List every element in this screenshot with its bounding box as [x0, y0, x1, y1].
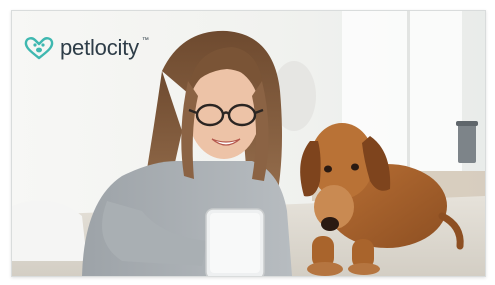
ad-banner[interactable]: petlocity ™: [11, 10, 486, 277]
heart-paw-logo-icon: [24, 37, 54, 60]
brand-logo[interactable]: petlocity ™: [24, 35, 149, 61]
trademark-symbol: ™: [141, 36, 149, 44]
brand-name: petlocity: [60, 35, 139, 60]
